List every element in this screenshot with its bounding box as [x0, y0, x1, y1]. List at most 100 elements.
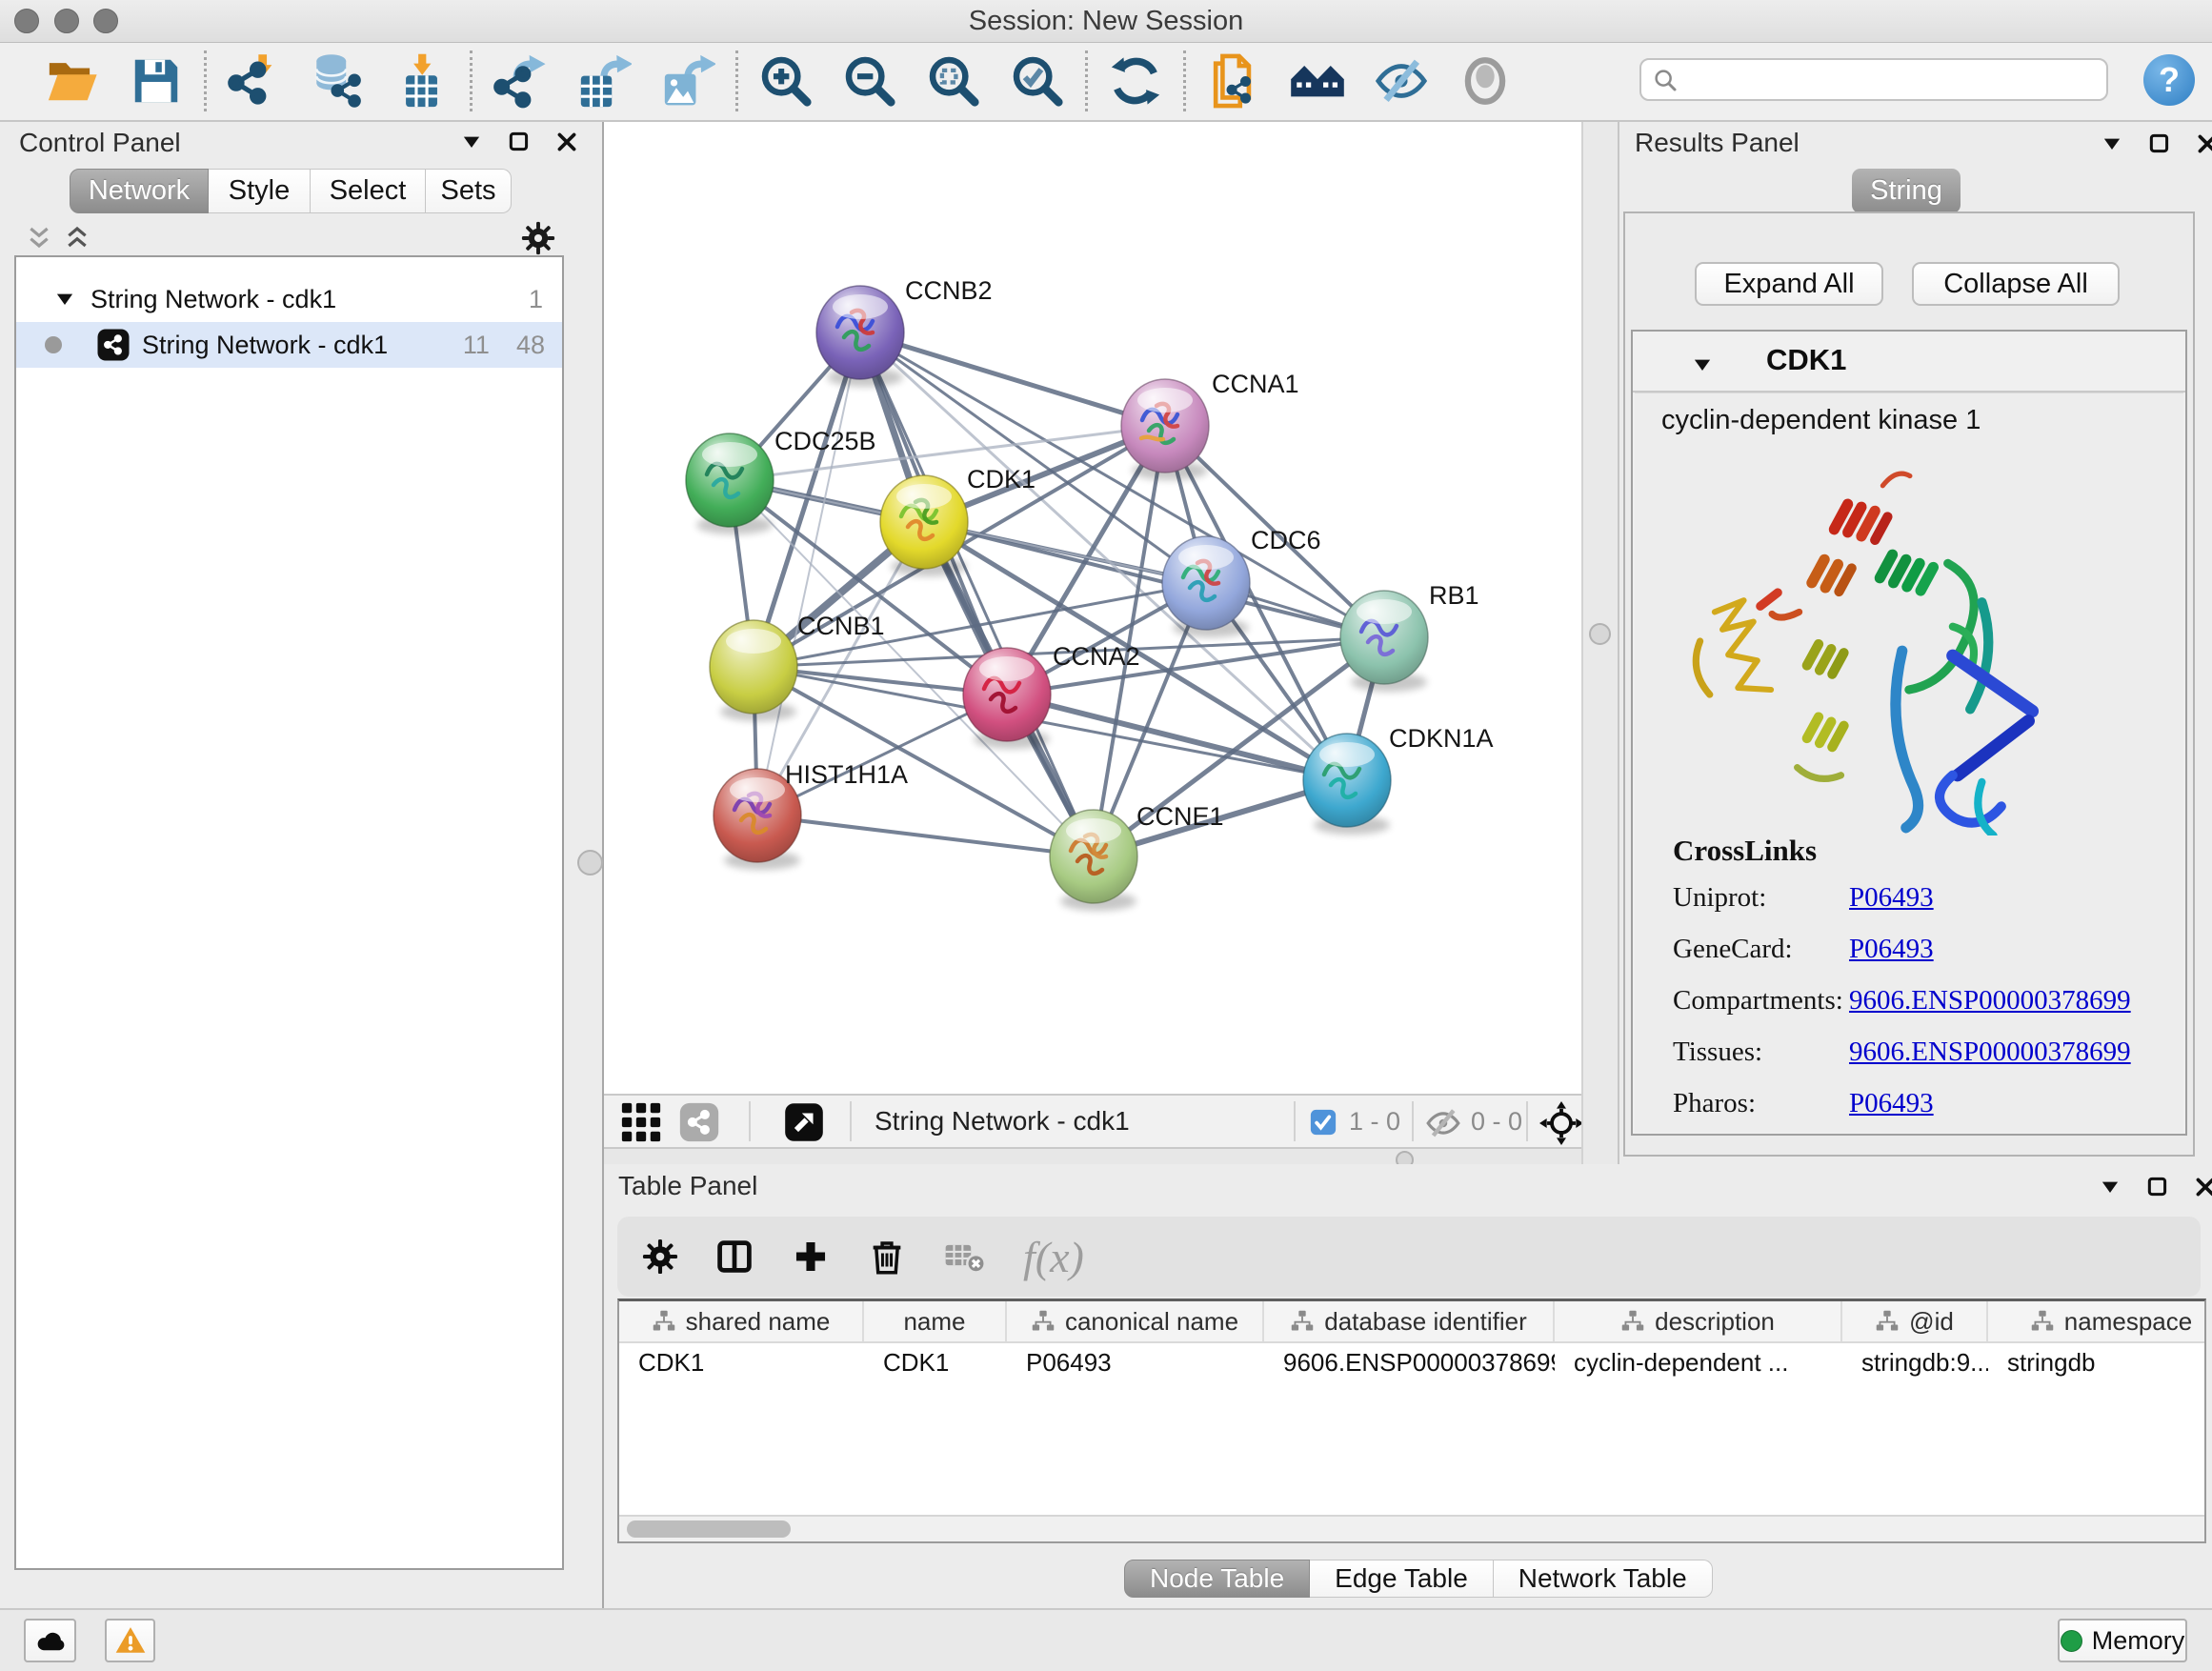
network-options-gear-icon[interactable]: [521, 221, 555, 255]
hide-selected-button[interactable]: [1374, 53, 1429, 109]
network-node-CDKN1A[interactable]: CDKN1A: [1303, 724, 1494, 835]
network-node-CDK1[interactable]: CDK1: [880, 465, 1036, 576]
panel-float-icon[interactable]: [2145, 1175, 2170, 1199]
network-node-CCNB1[interactable]: CCNB1: [710, 612, 885, 721]
import-network-file-button[interactable]: [227, 53, 282, 109]
network-edge[interactable]: [860, 332, 1165, 426]
column-header-description[interactable]: description: [1555, 1301, 1842, 1341]
grid-view-icon[interactable]: [619, 1100, 663, 1144]
tab-edge-table[interactable]: Edge Table: [1310, 1560, 1494, 1598]
cloud-status-button[interactable]: [24, 1619, 76, 1662]
export-image-button[interactable]: [660, 53, 715, 109]
table-cell: stringdb: [1988, 1348, 2206, 1378]
network-node-CCNE1[interactable]: CCNE1: [1050, 802, 1224, 911]
node-label: CDC25B: [774, 427, 876, 455]
zoom-selected-button[interactable]: [1010, 53, 1065, 109]
panel-close-icon[interactable]: [2193, 1175, 2212, 1199]
column-header-namespace[interactable]: namespace: [1988, 1301, 2206, 1341]
collection-label: String Network - cdk1: [90, 285, 336, 314]
warnings-button[interactable]: [105, 1619, 155, 1662]
zoom-fit-button[interactable]: [926, 53, 981, 109]
collapse-all-networks-icon[interactable]: [24, 223, 54, 253]
export-network-button[interactable]: [493, 53, 548, 109]
add-column-icon[interactable]: [791, 1237, 831, 1277]
save-session-button[interactable]: [129, 53, 184, 109]
column-header-canonical-name[interactable]: canonical name: [1007, 1301, 1264, 1341]
column-header-database-identifier[interactable]: database identifier: [1264, 1301, 1555, 1341]
apply-layout-button[interactable]: [1108, 53, 1163, 109]
export-table-button[interactable]: [576, 53, 632, 109]
network-node-CDC6[interactable]: CDC6: [1162, 526, 1321, 637]
crosslink-link[interactable]: P06493: [1849, 934, 1934, 965]
panel-float-icon[interactable]: [2147, 131, 2172, 156]
clear-table-icon[interactable]: [943, 1237, 987, 1277]
memory-button[interactable]: Memory: [2058, 1619, 2187, 1662]
panel-close-icon[interactable]: [554, 130, 579, 154]
import-table-button[interactable]: [394, 53, 450, 109]
right-splitter-handle[interactable]: [1589, 623, 1611, 645]
status-bar: Memory: [0, 1608, 2212, 1671]
network-edge[interactable]: [757, 332, 860, 815]
tab-select[interactable]: Select: [311, 169, 426, 213]
protein-expander-icon[interactable]: [1690, 352, 1715, 373]
protein-header-row[interactable]: CDK1: [1633, 332, 2185, 393]
network-edge[interactable]: [757, 815, 1094, 856]
open-session-button[interactable]: [45, 53, 100, 109]
panel-float-icon[interactable]: [507, 130, 532, 154]
collapse-all-button[interactable]: Collapse All: [1912, 262, 2120, 306]
network-node-RB1[interactable]: RB1: [1340, 581, 1479, 692]
node-label: CCNA2: [1053, 642, 1140, 671]
network-collection-row[interactable]: String Network - cdk1 1: [16, 276, 562, 322]
collection-expander-icon[interactable]: [52, 287, 77, 312]
expand-all-button[interactable]: Expand All: [1695, 262, 1883, 306]
panel-collapse-icon[interactable]: [2100, 131, 2124, 156]
column-header-name[interactable]: name: [864, 1301, 1007, 1341]
tab-node-table[interactable]: Node Table: [1124, 1560, 1310, 1598]
crosslink-link[interactable]: P06493: [1849, 882, 1934, 914]
selected-count-checkbox-icon[interactable]: [1309, 1108, 1337, 1137]
table-row[interactable]: CDK1CDK1P064939606.ENSP00000378699cyclin…: [619, 1343, 2204, 1381]
panel-collapse-icon[interactable]: [459, 130, 484, 154]
node-position-reset-icon[interactable]: [1539, 1101, 1583, 1145]
crosslink-link[interactable]: 9606.ENSP00000378699: [1849, 1037, 2131, 1068]
left-splitter-handle[interactable]: [577, 850, 603, 876]
search-input[interactable]: [1679, 62, 2099, 98]
column-header--id[interactable]: @id: [1842, 1301, 1988, 1341]
function-builder-icon[interactable]: f(x): [1023, 1232, 1084, 1282]
string-query-button[interactable]: [1290, 53, 1345, 109]
tab-network-table[interactable]: Network Table: [1494, 1560, 1713, 1598]
clone-network-button[interactable]: [1206, 53, 1261, 109]
zoom-in-button[interactable]: [758, 53, 814, 109]
crosslink-label: Compartments:: [1673, 985, 1849, 1017]
import-network-database-button[interactable]: [311, 53, 366, 109]
tab-style[interactable]: Style: [209, 169, 311, 213]
network-node-CCNA1[interactable]: CCNA1: [1121, 370, 1299, 480]
network-node-HIST1H1A[interactable]: HIST1H1A: [714, 760, 908, 870]
network-node-CCNB2[interactable]: CCNB2: [816, 276, 993, 387]
show-columns-icon[interactable]: [714, 1237, 754, 1277]
network-row-selected[interactable]: String Network - cdk1 11 48: [16, 322, 562, 368]
show-all-button[interactable]: [1458, 53, 1513, 109]
crosslink-label: Tissues:: [1673, 1037, 1849, 1068]
column-header-shared-name[interactable]: shared name: [619, 1301, 864, 1341]
hidden-count-eye-slash-icon[interactable]: [1425, 1105, 1461, 1141]
crosslinks-title: CrossLinks: [1673, 834, 1817, 868]
table-horizontal-scrollbar[interactable]: [619, 1515, 2204, 1541]
expand-all-networks-icon[interactable]: [62, 223, 92, 253]
panel-collapse-icon[interactable]: [2098, 1175, 2122, 1199]
tab-network[interactable]: Network: [70, 169, 209, 213]
tab-sets[interactable]: Sets: [426, 169, 512, 213]
crosslink-link[interactable]: 9606.ENSP00000378699: [1849, 985, 2131, 1017]
delete-column-icon[interactable]: [867, 1237, 907, 1277]
birds-eye-view-icon[interactable]: [783, 1101, 825, 1143]
table-options-gear-icon[interactable]: [642, 1238, 678, 1275]
tab-string[interactable]: String: [1852, 169, 1961, 213]
network-overview-icon[interactable]: [678, 1101, 720, 1143]
crosslink-link[interactable]: P06493: [1849, 1088, 1934, 1119]
selected-node-edge-counts: 1 - 0: [1349, 1096, 1400, 1147]
panel-close-icon[interactable]: [2195, 131, 2212, 156]
zoom-out-button[interactable]: [842, 53, 897, 109]
scrollbar-thumb[interactable]: [627, 1520, 791, 1538]
help-button[interactable]: ?: [2143, 54, 2195, 106]
crosslink-row: Pharos:P06493: [1673, 1077, 2168, 1129]
